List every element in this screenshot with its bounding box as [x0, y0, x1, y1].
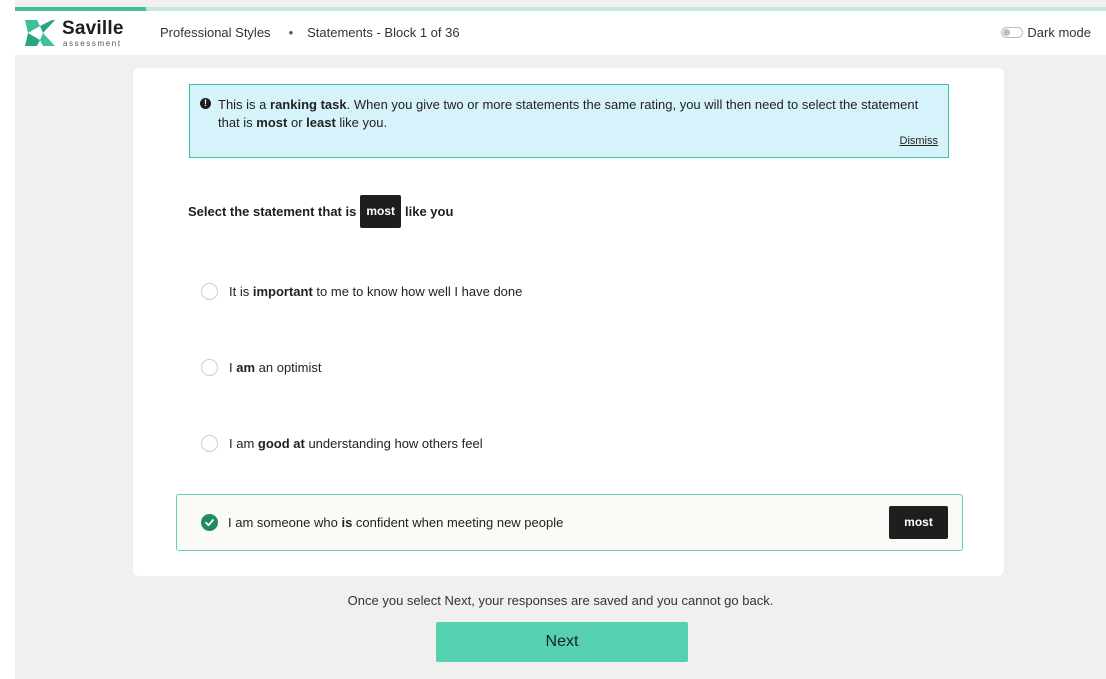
option-text: I am someone who [228, 515, 342, 530]
saville-logo-icon [25, 20, 55, 46]
info-text-bold: most [256, 115, 288, 130]
radio-button[interactable] [201, 435, 218, 452]
most-pill: most [360, 195, 401, 228]
option-text: It is [229, 284, 253, 299]
info-text-bold: ranking task [270, 97, 347, 112]
info-text-part: like you. [335, 115, 388, 130]
option-label: I am an optimist [229, 360, 322, 375]
header: Saville assessment Professional Styles •… [15, 11, 1106, 55]
option-text: understanding how others feel [304, 436, 483, 451]
option-text-bold: is [341, 515, 353, 530]
radio-button[interactable] [201, 283, 218, 300]
option-text: to me to know how well I have done [312, 284, 523, 299]
toggle-switch-icon[interactable] [1001, 27, 1024, 38]
breadcrumb-product: Professional Styles [160, 25, 271, 40]
info-text-bold: least [306, 115, 336, 130]
info-text-part: or [287, 115, 307, 130]
info-icon: ! [200, 98, 211, 109]
option-text-bold: good at [257, 436, 305, 451]
breadcrumb-separator: • [288, 25, 294, 40]
radio-button[interactable] [201, 359, 218, 376]
breadcrumb-section: Statements - Block 1 of 36 [307, 25, 460, 40]
info-text-part: This is a [218, 97, 271, 112]
question-prompt: Select the statement that is most like y… [188, 195, 453, 228]
logo-subtitle: assessment [63, 39, 122, 48]
option-label: I am good at understanding how others fe… [229, 436, 483, 451]
breadcrumb: Professional Styles • Statements - Block… [160, 25, 460, 40]
ranking-task-info-banner: ! This is a ranking task. When you give … [189, 84, 949, 158]
option-text: an optimist [255, 360, 322, 375]
option-label: I am someone who is confident when meeti… [228, 515, 563, 530]
app-window: Saville assessment Professional Styles •… [15, 0, 1106, 679]
option-text: I am [229, 436, 258, 451]
most-badge: most [889, 506, 948, 539]
statement-option-3[interactable]: I am good at understanding how others fe… [201, 435, 483, 452]
question-card: ! This is a ranking task. When you give … [133, 68, 1004, 576]
statement-option-1[interactable]: It is important to me to know how well I… [201, 283, 522, 300]
saville-logo: Saville assessment [25, 18, 135, 48]
info-text: This is a ranking task. When you give tw… [218, 96, 938, 132]
footer-note: Once you select Next, your responses are… [347, 593, 774, 608]
statement-option-2[interactable]: I am an optimist [201, 359, 322, 376]
option-text-bold: am [236, 360, 256, 375]
dark-mode-toggle[interactable]: Dark mode [1001, 25, 1091, 40]
dismiss-link[interactable]: Dismiss [900, 135, 939, 147]
option-text: confident when meeting new people [352, 515, 564, 530]
question-text-after: like you [405, 204, 454, 219]
option-text-bold: important [252, 284, 313, 299]
logo-name: Saville [62, 18, 124, 39]
check-circle-icon[interactable] [201, 514, 218, 531]
statement-option-selected[interactable]: I am someone who is confident when meeti… [176, 494, 963, 551]
question-text-before: Select the statement that is [188, 204, 357, 219]
next-button[interactable]: Next [436, 622, 688, 662]
dark-mode-label: Dark mode [1027, 25, 1091, 40]
option-label: It is important to me to know how well I… [229, 284, 522, 299]
